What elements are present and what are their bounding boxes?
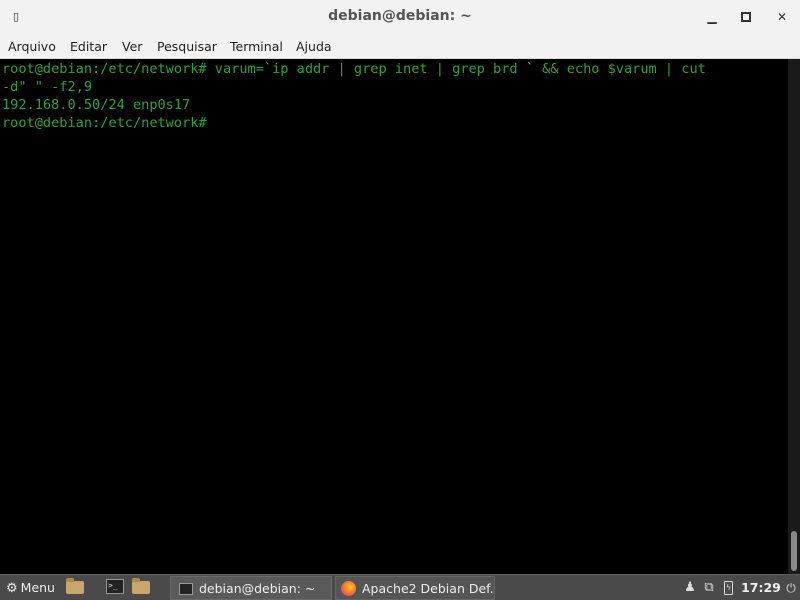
task-label: debian@debian: ~ [199,581,316,596]
close-icon: ✕ [776,10,788,24]
firefox-icon [341,580,356,596]
title-bar[interactable]: ▯ debian@debian: ~ ▁ ✕ [0,0,800,34]
terminal-icon: >_ [106,579,124,594]
taskbar: ⚙ Menu >_ debian@debian: ~ Apache2 Debian… [0,574,800,600]
terminal-prompt-line: root@debian:/etc/network# [2,115,215,131]
minimize-icon: ▁ [707,10,717,24]
terminal-line: root@debian:/etc/network# varum=`ip addr… [2,61,706,77]
terminal-window: ▯ debian@debian: ~ ▁ ✕ Arquivo Editar Ve… [0,0,800,574]
terminal-output[interactable]: root@debian:/etc/network# varum=`ip addr… [0,59,788,574]
menu-arquivo[interactable]: Arquivo [8,39,56,54]
menu-pesquisar[interactable]: Pesquisar [157,39,217,54]
folder-icon [132,578,150,594]
terminal-launcher[interactable]: >_ [105,578,125,596]
close-button[interactable]: ✕ [773,8,791,26]
power-icon[interactable]: ⏻ [784,578,798,598]
terminal-line: -d" " -f2,9 [2,79,93,95]
maximize-icon [741,11,751,22]
home-folder-launcher[interactable] [131,578,151,596]
minimize-button[interactable]: ▁ [703,8,721,26]
file-manager-launcher[interactable] [65,578,85,596]
menu-ver[interactable]: Ver [122,39,142,54]
terminal-scrollbar[interactable] [788,59,800,574]
menu-terminal[interactable]: Terminal [230,39,283,54]
start-menu-label: Menu [20,580,55,595]
menu-bar: Arquivo Editar Ver Pesquisar Terminal Aj… [0,34,800,59]
terminal-icon [179,582,193,595]
taskbar-task-terminal[interactable]: debian@debian: ~ [170,576,332,600]
battery-icon[interactable]: ϟ [722,578,734,598]
network-icon[interactable]: ⧉ [701,578,717,598]
scrollbar-thumb[interactable] [791,531,797,571]
clock[interactable]: 17:29 [741,578,781,598]
task-label: Apache2 Debian Def... [362,581,495,596]
gear-icon: ⚙ [6,581,18,596]
taskbar-task-firefox[interactable]: Apache2 Debian Def... [335,576,495,600]
maximize-button[interactable] [737,8,755,26]
menu-ajuda[interactable]: Ajuda [296,39,332,54]
user-icon[interactable]: ♟ [683,578,697,598]
window-title: debian@debian: ~ [328,8,472,24]
start-menu-button[interactable]: ⚙ Menu [2,577,59,599]
terminal-line: 192.168.0.50/24 enp0s17 [2,97,191,113]
folder-icon [66,578,84,594]
menu-editar[interactable]: Editar [70,39,107,54]
